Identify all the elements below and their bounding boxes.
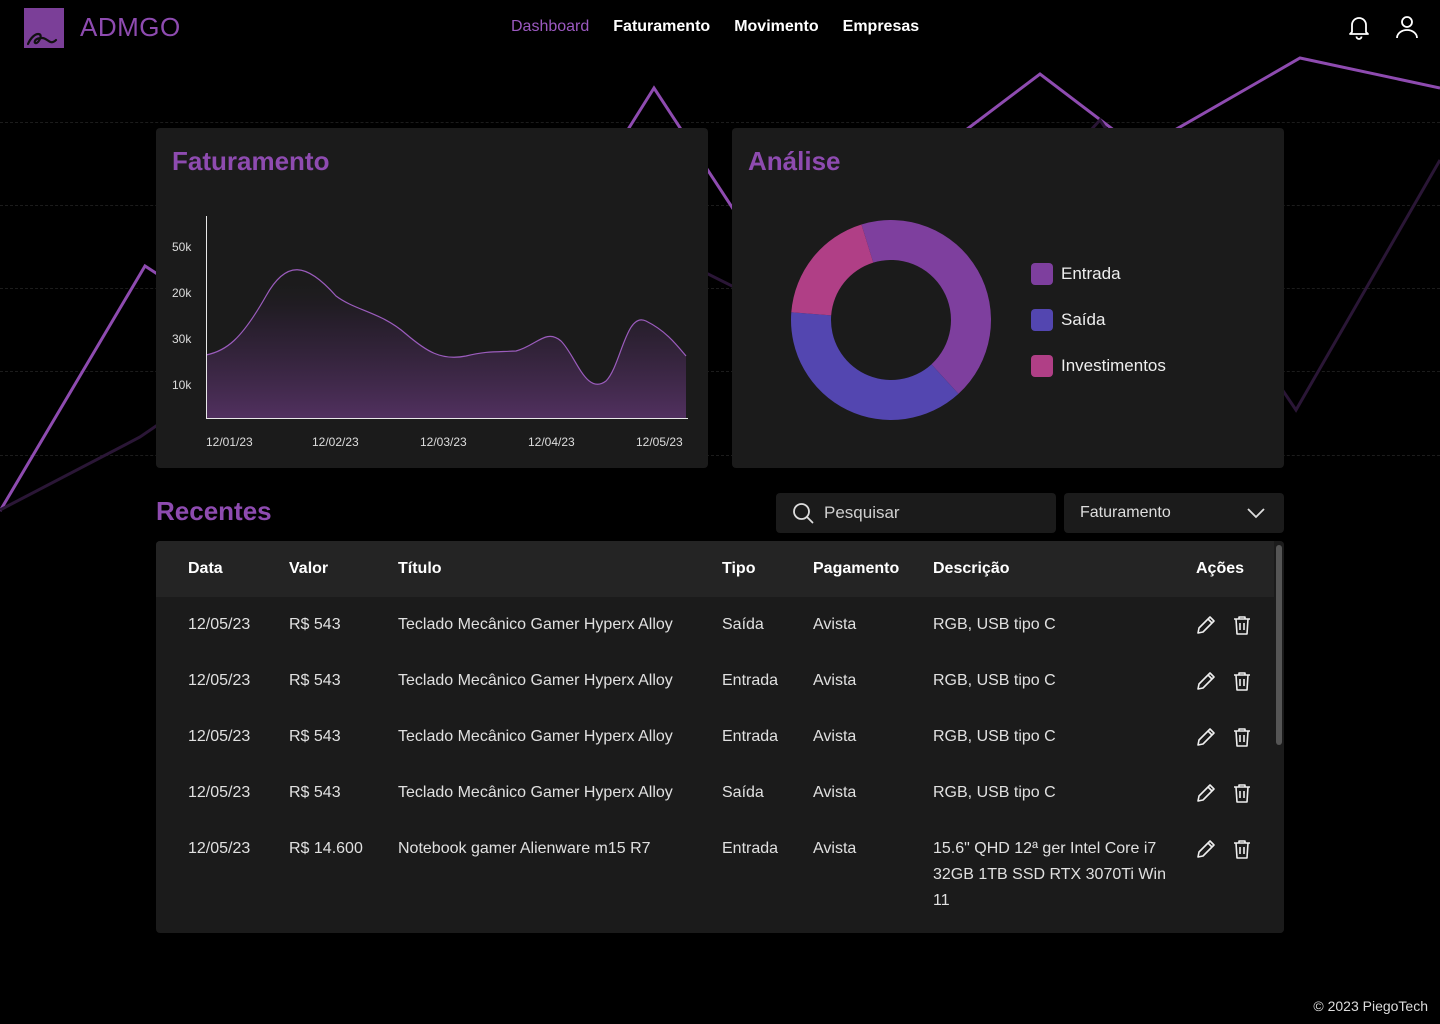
- legend-label: Entrada: [1061, 264, 1121, 283]
- legend-swatch: [1031, 355, 1053, 377]
- cell-tipo: Entrada: [722, 728, 779, 745]
- edit-icon[interactable]: [1195, 614, 1217, 636]
- cell-valor: R$ 543: [289, 728, 341, 745]
- cell-descricao: RGB, USB tipo C: [933, 784, 1056, 801]
- cell-titulo: Teclado Mecânico Gamer Hyperx Alloy: [398, 784, 673, 801]
- top-bar: ADMGO Dashboard Faturamento Movimento Em…: [0, 0, 1440, 56]
- legend-item-saida: Saída: [1031, 309, 1105, 331]
- chevron-down-icon: [1247, 508, 1265, 519]
- revenue-card-title: Faturamento: [172, 146, 330, 176]
- x-tick-label: 12/03/23: [420, 435, 467, 449]
- revenue-area-fill: [206, 269, 686, 418]
- cell-valor: R$ 14.600: [289, 840, 363, 857]
- cell-valor: R$ 543: [289, 672, 341, 689]
- recentes-title: Recentes: [156, 496, 272, 526]
- revenue-area-chart: [206, 216, 688, 419]
- cell-tipo: Saída: [722, 616, 764, 633]
- table-header: Data Valor Título Tipo Pagamento Descriç…: [156, 541, 1274, 597]
- column-header-pagamento[interactable]: Pagamento: [813, 560, 899, 578]
- cell-titulo: Teclado Mecânico Gamer Hyperx Alloy: [398, 616, 673, 633]
- column-header-titulo[interactable]: Título: [398, 560, 442, 578]
- y-tick-label: 20k: [172, 286, 192, 300]
- cell-data: 12/05/23: [188, 616, 251, 633]
- scrollbar-thumb[interactable]: [1276, 545, 1282, 745]
- nav-item-faturamento[interactable]: Faturamento: [613, 18, 710, 36]
- edit-icon[interactable]: [1195, 782, 1217, 804]
- bell-icon[interactable]: [1346, 14, 1372, 40]
- trash-icon[interactable]: [1231, 670, 1253, 692]
- cell-data: 12/05/23: [188, 840, 251, 857]
- column-header-data[interactable]: Data: [188, 560, 223, 578]
- legend-swatch: [1031, 309, 1053, 331]
- x-tick-label: 12/01/23: [206, 435, 253, 449]
- cell-valor: R$ 543: [289, 784, 341, 801]
- y-tick-label: 50k: [172, 240, 192, 254]
- edit-icon[interactable]: [1195, 838, 1217, 860]
- cell-descricao: RGB, USB tipo C: [933, 728, 1056, 745]
- edit-icon[interactable]: [1195, 670, 1217, 692]
- cell-titulo: Teclado Mecânico Gamer Hyperx Alloy: [398, 728, 673, 745]
- column-header-acoes: Ações: [1196, 560, 1245, 577]
- column-header-tipo[interactable]: Tipo: [722, 560, 755, 578]
- cell-titulo: Notebook gamer Alienware m15 R7: [398, 840, 651, 857]
- column-header-valor[interactable]: Valor: [289, 560, 328, 578]
- x-tick-label: 12/04/23: [528, 435, 575, 449]
- cell-tipo: Entrada: [722, 672, 779, 689]
- column-header-descricao[interactable]: Descrição: [933, 560, 1010, 578]
- cell-data: 12/05/23: [188, 672, 251, 689]
- donut-slice-investimentos: [791, 224, 874, 316]
- cell-data: 12/05/23: [188, 784, 251, 801]
- nav-item-movimento[interactable]: Movimento: [734, 18, 818, 36]
- trash-icon[interactable]: [1231, 726, 1253, 748]
- filter-select[interactable]: Faturamento: [1064, 493, 1284, 533]
- search-icon: [793, 503, 814, 524]
- analysis-donut-chart: [791, 220, 991, 420]
- app-name[interactable]: ADMGO: [80, 12, 181, 43]
- filter-select-value: Faturamento: [1080, 504, 1171, 521]
- legend-label: Saída: [1061, 310, 1106, 329]
- recent-table: Data Valor Título Tipo Pagamento Descriç…: [156, 541, 1284, 933]
- cell-descricao: 15.6" QHD 12ª ger Intel Core i7 32GB 1TB…: [933, 840, 1166, 909]
- search-input[interactable]: [824, 493, 1044, 533]
- cell-descricao: RGB, USB tipo C: [933, 616, 1056, 633]
- edit-icon[interactable]: [1195, 726, 1217, 748]
- x-tick-label: 12/05/23: [636, 435, 683, 449]
- legend-label: Investimentos: [1061, 356, 1166, 375]
- main-nav: Dashboard Faturamento Movimento Empresas: [511, 18, 919, 36]
- cell-pagamento: Avista: [813, 840, 857, 857]
- donut-slice-entrada: [861, 220, 991, 394]
- analysis-card: Análise Entrada Saída Investimentos: [732, 128, 1284, 468]
- cell-data: 12/05/23: [188, 728, 251, 745]
- analysis-card-title: Análise: [748, 146, 841, 176]
- legend-item-investimentos: Investimentos: [1031, 355, 1166, 377]
- footer-copyright: © 2023 PiegoTech: [1313, 998, 1428, 1014]
- cell-valor: R$ 543: [289, 616, 341, 633]
- cell-titulo: Teclado Mecânico Gamer Hyperx Alloy: [398, 672, 673, 689]
- trash-icon[interactable]: [1231, 614, 1253, 636]
- cell-pagamento: Avista: [813, 784, 857, 801]
- cell-pagamento: Avista: [813, 616, 857, 633]
- nav-item-empresas[interactable]: Empresas: [843, 18, 920, 36]
- cell-tipo: Entrada: [722, 840, 779, 857]
- trash-icon[interactable]: [1231, 782, 1253, 804]
- cell-pagamento: Avista: [813, 672, 857, 689]
- revenue-card: Faturamento 50k 20k 30k 10k 12/01/23 12/…: [156, 128, 708, 468]
- cell-descricao: RGB, USB tipo C: [933, 672, 1056, 689]
- cell-pagamento: Avista: [813, 728, 857, 745]
- y-tick-label: 30k: [172, 332, 192, 346]
- nav-item-dashboard[interactable]: Dashboard: [511, 18, 589, 36]
- user-icon[interactable]: [1394, 14, 1420, 40]
- trash-icon[interactable]: [1231, 838, 1253, 860]
- legend-item-entrada: Entrada: [1031, 263, 1121, 285]
- y-tick-label: 10k: [172, 378, 192, 392]
- x-tick-label: 12/02/23: [312, 435, 359, 449]
- search-box: [776, 493, 1056, 533]
- logo-icon[interactable]: [24, 8, 64, 48]
- cell-tipo: Saída: [722, 784, 764, 801]
- legend-swatch: [1031, 263, 1053, 285]
